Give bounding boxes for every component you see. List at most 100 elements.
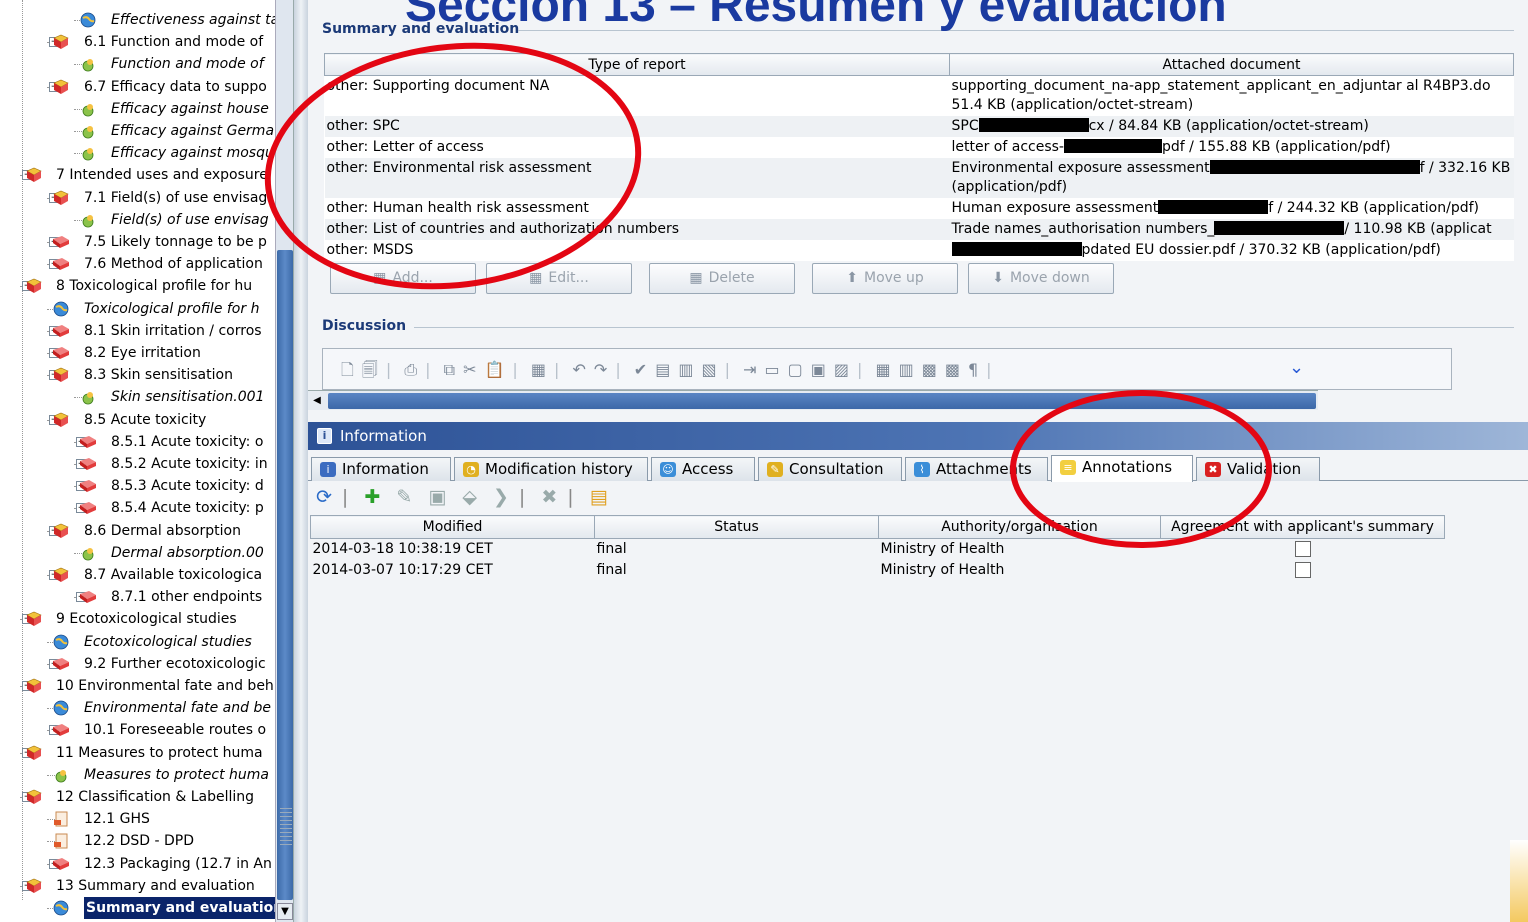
- grid-icon[interactable]: ▨: [834, 360, 849, 379]
- columns-icon[interactable]: ▥: [899, 360, 914, 379]
- tree-item[interactable]: 12.1 GHS: [0, 808, 275, 830]
- tab-attachments[interactable]: ⌇ Attachments: [905, 457, 1048, 481]
- tree-item[interactable]: −11 Measures to protect huma: [0, 742, 275, 764]
- delete-button[interactable]: ▦ Delete: [649, 263, 795, 294]
- add-button[interactable]: ▦ Add...: [330, 263, 476, 294]
- copy-icon[interactable]: ⧉: [444, 360, 455, 380]
- edit-icon[interactable]: ✎: [396, 486, 412, 508]
- cut-icon[interactable]: ✂: [463, 360, 476, 379]
- print-icon[interactable]: ⎙: [404, 360, 417, 380]
- tab-information[interactable]: i Information: [311, 457, 451, 481]
- tab-annotations[interactable]: ≡ Annotations: [1051, 455, 1193, 482]
- tree-item[interactable]: +8.5.3 Acute toxicity: d: [0, 475, 275, 497]
- spellcheck-icon[interactable]: ✔: [634, 360, 647, 379]
- table-row[interactable]: other: MSDS pdated EU dossier.pdf / 370.3…: [325, 240, 1514, 261]
- stamp-icon[interactable]: ⬙: [462, 486, 477, 508]
- cell-icon[interactable]: ▭: [764, 360, 779, 379]
- move-down-button[interactable]: ⬇ Move down: [968, 263, 1114, 294]
- agreement-checkbox[interactable]: [1294, 541, 1311, 558]
- indent-icon[interactable]: ⇥: [743, 360, 756, 379]
- column-header-type[interactable]: Type of report: [324, 53, 950, 76]
- tree-item[interactable]: −10 Environmental fate and beh: [0, 675, 275, 697]
- chevron-down-icon[interactable]: ⌄: [1289, 357, 1304, 378]
- tree-item[interactable]: Environmental fate and be: [0, 697, 275, 719]
- tree-item[interactable]: Skin sensitisation.001: [0, 386, 275, 408]
- tab-modification-history[interactable]: ◔ Modification history: [454, 457, 648, 481]
- merge-icon[interactable]: ▢: [788, 360, 803, 379]
- table-row[interactable]: other: List of countries and authorizati…: [324, 219, 1514, 240]
- table-row[interactable]: other: SPC SPC cx / 84.84 KB (application/…: [324, 116, 1514, 137]
- table-insert-icon[interactable]: ▤: [655, 360, 670, 379]
- tree-item[interactable]: Toxicological profile for h: [0, 298, 275, 320]
- tree-item[interactable]: Dermal absorption.00: [0, 542, 275, 564]
- tree-item[interactable]: Ecotoxicological studies: [0, 631, 275, 653]
- tree-item[interactable]: −6.1 Function and mode of: [0, 31, 275, 53]
- table-icon[interactable]: ▦: [531, 360, 546, 379]
- column-header-status[interactable]: Status: [594, 515, 879, 539]
- tree-item[interactable]: −6.7 Efficacy data to suppo: [0, 76, 275, 98]
- tree-item[interactable]: Efficacy against mosqu: [0, 142, 275, 164]
- table-row[interactable]: 2014-03-07 10:17:29 CET final Ministry of …: [311, 560, 1445, 581]
- tree-item[interactable]: +8.1 Skin irritation / corros: [0, 320, 275, 342]
- delete-icon[interactable]: ✖: [541, 486, 557, 508]
- horizontal-scrollbar-thumb[interactable]: [328, 393, 1316, 409]
- tree-item[interactable]: +10.1 Foreseeable routes o: [0, 719, 275, 741]
- tree-item[interactable]: −9 Ecotoxicological studies: [0, 608, 275, 630]
- tree-item[interactable]: +8.2 Eye irritation: [0, 342, 275, 364]
- new-doc-icon[interactable]: 🗋: [341, 359, 354, 386]
- tab-validation[interactable]: ✖ Validation: [1196, 457, 1320, 481]
- image-icon[interactable]: ▩: [922, 360, 937, 379]
- tab-consultation[interactable]: ✎ Consultation: [758, 457, 902, 481]
- tree-item[interactable]: −8.7 Available toxicologica: [0, 564, 275, 586]
- tree-item[interactable]: −7.1 Field(s) of use envisag: [0, 187, 275, 209]
- tree-item[interactable]: 12.2 DSD - DPD: [0, 830, 275, 852]
- split-icon[interactable]: ▣: [811, 360, 826, 379]
- tree-item[interactable]: −13 Summary and evaluation: [0, 875, 275, 897]
- paste-icon[interactable]: 📋: [484, 360, 504, 379]
- tree-item[interactable]: −12 Classification & Labelling: [0, 786, 275, 808]
- tree-scrollbar-thumb[interactable]: [277, 250, 293, 900]
- tree-item[interactable]: Efficacy against house: [0, 98, 275, 120]
- paragraph-icon[interactable]: ¶: [968, 360, 978, 379]
- table-row[interactable]: other: Supporting document NA supporting_…: [325, 76, 1514, 117]
- tree-item[interactable]: −8.5 Acute toxicity: [0, 409, 275, 431]
- move-up-button[interactable]: ⬆ Move up: [812, 263, 958, 294]
- tree-item[interactable]: Effectiveness against targ: [0, 9, 275, 31]
- table-row[interactable]: other: Letter of access letter of access-…: [325, 137, 1514, 158]
- undo-icon[interactable]: ↶: [573, 360, 586, 379]
- tree-item[interactable]: +7.5 Likely tonnage to be p: [0, 231, 275, 253]
- tree-item[interactable]: −7 Intended uses and exposure: [0, 164, 275, 186]
- tree-item[interactable]: Measures to protect huma: [0, 764, 275, 786]
- tree-item[interactable]: −8.6 Dermal absorption: [0, 520, 275, 542]
- tree-item[interactable]: −8 Toxicological profile for hu: [0, 275, 275, 297]
- tree-item[interactable]: +12.3 Packaging (12.7 in An: [0, 853, 275, 875]
- export-icon[interactable]: ▤: [590, 486, 608, 508]
- tree-item[interactable]: +9.2 Further ecotoxicologic: [0, 653, 275, 675]
- tree-item[interactable]: Summary and evaluation: [0, 897, 275, 919]
- scroll-down-icon[interactable]: ▼: [277, 903, 293, 920]
- view-icon[interactable]: ▣: [428, 486, 446, 508]
- image-edit-icon[interactable]: ▩: [945, 360, 960, 379]
- column-header-modified[interactable]: Modified: [310, 515, 595, 539]
- tab-access[interactable]: ☺ Access: [651, 457, 755, 481]
- tree-item[interactable]: Efficacy against Germa: [0, 120, 275, 142]
- horizontal-scrollbar[interactable]: ◀: [308, 390, 1318, 410]
- add-icon[interactable]: ✚: [364, 486, 380, 508]
- column-header-authority[interactable]: Authority/organisation: [878, 515, 1161, 539]
- refresh-icon[interactable]: ⟳: [316, 486, 332, 508]
- tree-item[interactable]: +8.7.1 other endpoints: [0, 586, 275, 608]
- tree-item[interactable]: +7.6 Method of application: [0, 253, 275, 275]
- table-col-icon[interactable]: ▧: [701, 360, 716, 379]
- scroll-left-icon[interactable]: ◀: [310, 393, 324, 409]
- column-header-attached[interactable]: Attached document: [949, 53, 1514, 76]
- forward-icon[interactable]: ❯: [493, 486, 509, 508]
- tree-item[interactable]: Field(s) of use envisag: [0, 209, 275, 231]
- table-row-icon[interactable]: ▥: [678, 360, 693, 379]
- table-row[interactable]: other: Environmental risk assessment Envi…: [324, 158, 1514, 198]
- table-row[interactable]: 2014-03-18 10:38:19 CET final Ministry of …: [311, 539, 1445, 560]
- table-row[interactable]: other: Human health risk assessment Human…: [325, 198, 1514, 219]
- agreement-checkbox[interactable]: [1294, 562, 1311, 578]
- tree-item[interactable]: +8.5.2 Acute toxicity: in: [0, 453, 275, 475]
- tree-item[interactable]: Function and mode of: [0, 53, 275, 75]
- splitter[interactable]: [293, 0, 308, 922]
